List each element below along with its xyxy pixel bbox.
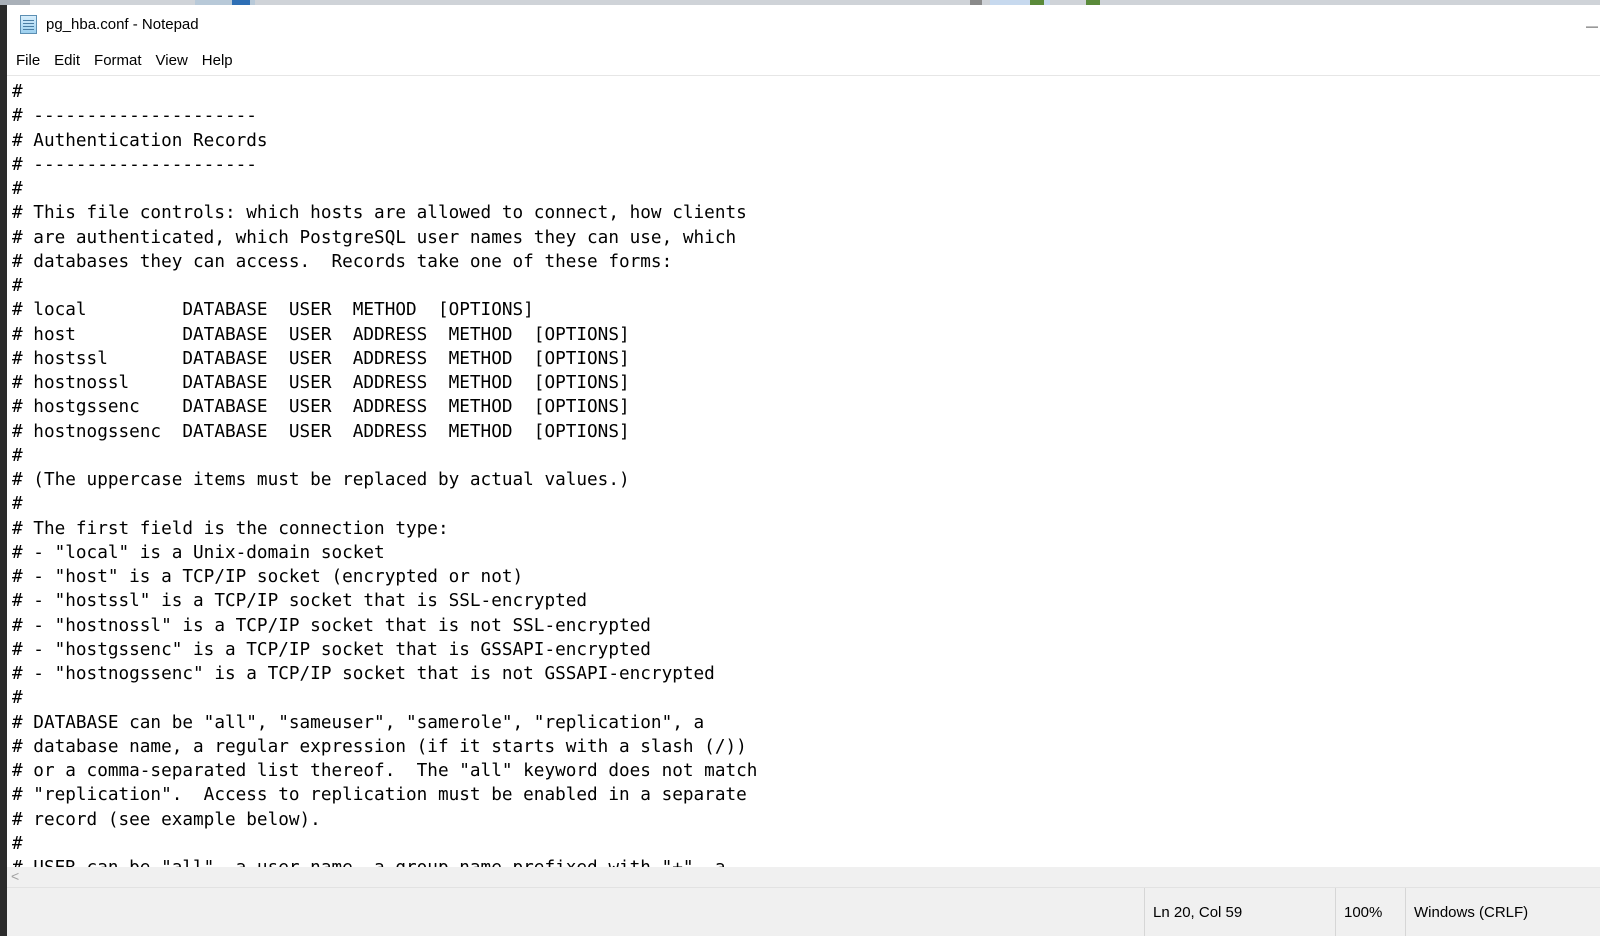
document-line[interactable]: # hostnossl DATABASE USER ADDRESS METHOD…: [12, 373, 630, 393]
document-line[interactable]: # hostnogssenc DATABASE USER ADDRESS MET…: [12, 422, 630, 442]
document-line[interactable]: # database name, a regular expression (i…: [12, 737, 747, 757]
document-line[interactable]: # are authenticated, which PostgreSQL us…: [12, 228, 736, 248]
scroll-left-arrow-icon[interactable]: <: [11, 868, 19, 884]
screen: pg_hba.conf - Notepad — File Edit Format…: [0, 0, 1600, 936]
document-line[interactable]: # Authentication Records: [12, 131, 268, 151]
minimize-button[interactable]: —: [1586, 19, 1598, 33]
document-line[interactable]: # "replication". Access to replication m…: [12, 785, 747, 805]
document-line[interactable]: # record (see example below).: [12, 810, 321, 830]
document-line[interactable]: #: [12, 179, 23, 199]
document-line[interactable]: # - "hostnogssenc" is a TCP/IP socket th…: [12, 664, 715, 684]
document-line[interactable]: # databases they can access. Records tak…: [12, 252, 672, 272]
document-line[interactable]: # or a comma-separated list thereof. The…: [12, 761, 757, 781]
document-line[interactable]: # hostgssenc DATABASE USER ADDRESS METHO…: [12, 397, 630, 417]
document-line[interactable]: # DATABASE can be "all", "sameuser", "sa…: [12, 713, 704, 733]
window-title: pg_hba.conf - Notepad: [46, 16, 199, 33]
document-line[interactable]: # (The uppercase items must be replaced …: [12, 470, 630, 490]
document-line[interactable]: # The first field is the connection type…: [12, 519, 449, 539]
document-line[interactable]: # - "hostssl" is a TCP/IP socket that is…: [12, 591, 587, 611]
menu-view[interactable]: View: [151, 49, 197, 72]
document-line[interactable]: # - "local" is a Unix-domain socket: [12, 543, 385, 563]
document-line[interactable]: #: [12, 688, 23, 708]
menu-bar: File Edit Format View Help: [7, 46, 1600, 74]
notepad-window: pg_hba.conf - Notepad — File Edit Format…: [7, 5, 1600, 936]
document-line[interactable]: # ---------------------: [12, 155, 257, 175]
status-line-ending: Windows (CRLF): [1405, 888, 1600, 936]
document-line[interactable]: #: [12, 82, 23, 102]
document-line[interactable]: # hostssl DATABASE USER ADDRESS METHOD […: [12, 349, 630, 369]
status-bar: Ln 20, Col 59 100% Windows (CRLF): [7, 887, 1600, 936]
horizontal-scrollbar[interactable]: <: [7, 867, 1600, 887]
title-bar[interactable]: pg_hba.conf - Notepad —: [7, 5, 1600, 45]
menu-edit[interactable]: Edit: [49, 49, 89, 72]
document-line[interactable]: #: [12, 446, 23, 466]
document-line[interactable]: #: [12, 494, 23, 514]
menu-format[interactable]: Format: [89, 49, 151, 72]
text-editor-area[interactable]: # # --------------------- # Authenticati…: [7, 75, 1600, 868]
document-line[interactable]: # This file controls: which hosts are al…: [12, 203, 747, 223]
document-line[interactable]: # - "hostnossl" is a TCP/IP socket that …: [12, 616, 651, 636]
menu-help[interactable]: Help: [197, 49, 242, 72]
status-cursor-position: Ln 20, Col 59: [1144, 888, 1335, 936]
desktop-left-edge: [0, 5, 7, 936]
notepad-icon: [20, 15, 37, 34]
menu-file[interactable]: File: [11, 49, 49, 72]
status-zoom: 100%: [1335, 888, 1405, 936]
document-line[interactable]: # - "hostgssenc" is a TCP/IP socket that…: [12, 640, 651, 660]
document-line[interactable]: # - "host" is a TCP/IP socket (encrypted…: [12, 567, 523, 587]
document-line[interactable]: #: [12, 834, 23, 854]
document-text[interactable]: # # --------------------- # Authenticati…: [7, 76, 1600, 868]
document-line[interactable]: # local DATABASE USER METHOD [OPTIONS]: [12, 300, 534, 320]
document-line[interactable]: #: [12, 276, 23, 296]
document-line[interactable]: # host DATABASE USER ADDRESS METHOD [OPT…: [12, 325, 630, 345]
document-line[interactable]: # ---------------------: [12, 106, 257, 126]
